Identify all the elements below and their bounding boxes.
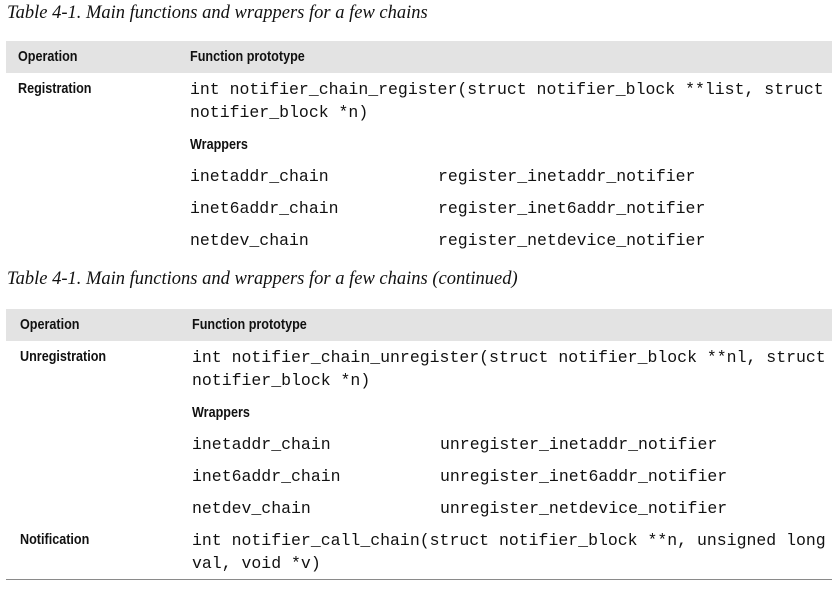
table1-header-prototype: Function prototype <box>190 48 305 65</box>
table1-caption: Table 4-1. Main functions and wrappers f… <box>7 3 428 23</box>
wrapper-function-name: unregister_inetaddr_notifier <box>440 435 718 454</box>
wrapper-function-name: register_netdevice_notifier <box>438 231 706 250</box>
wrapper-function-name: unregister_inet6addr_notifier <box>440 467 728 486</box>
notification-operation: Notification <box>20 531 90 548</box>
unregistration-operation: Unregistration <box>20 348 107 365</box>
wrapper-chain-name: inetaddr_chain <box>190 167 329 186</box>
registration-prototype-line2: notifier_block *n) <box>190 103 369 122</box>
unregistration-wrappers-label: Wrappers <box>192 404 250 421</box>
table1-header-operation: Operation <box>18 48 78 65</box>
notification-prototype-line1: int notifier_call_chain(struct notifier_… <box>192 531 826 550</box>
table2-header-row <box>6 309 832 341</box>
table1-header-row <box>6 41 832 73</box>
notification-prototype-line2: val, void *v) <box>192 554 321 573</box>
table2-header-operation: Operation <box>20 316 80 333</box>
unregistration-prototype-line1: int notifier_chain_unregister(struct not… <box>192 348 826 367</box>
table2-header-prototype: Function prototype <box>192 316 307 333</box>
wrapper-function-name: register_inetaddr_notifier <box>438 167 696 186</box>
wrapper-chain-name: netdev_chain <box>192 499 311 518</box>
registration-operation: Registration <box>18 80 92 97</box>
table-bottom-rule <box>6 579 832 580</box>
registration-wrappers-label: Wrappers <box>190 136 248 153</box>
wrapper-function-name: unregister_netdevice_notifier <box>440 499 728 518</box>
wrapper-chain-name: inetaddr_chain <box>192 435 331 454</box>
wrapper-chain-name: inet6addr_chain <box>190 199 339 218</box>
wrapper-chain-name: inet6addr_chain <box>192 467 341 486</box>
registration-prototype-line1: int notifier_chain_register(struct notif… <box>190 80 824 99</box>
table2-caption: Table 4-1. Main functions and wrappers f… <box>7 269 518 289</box>
wrapper-chain-name: netdev_chain <box>190 231 309 250</box>
wrapper-function-name: register_inet6addr_notifier <box>438 199 706 218</box>
unregistration-prototype-line2: notifier_block *n) <box>192 371 371 390</box>
